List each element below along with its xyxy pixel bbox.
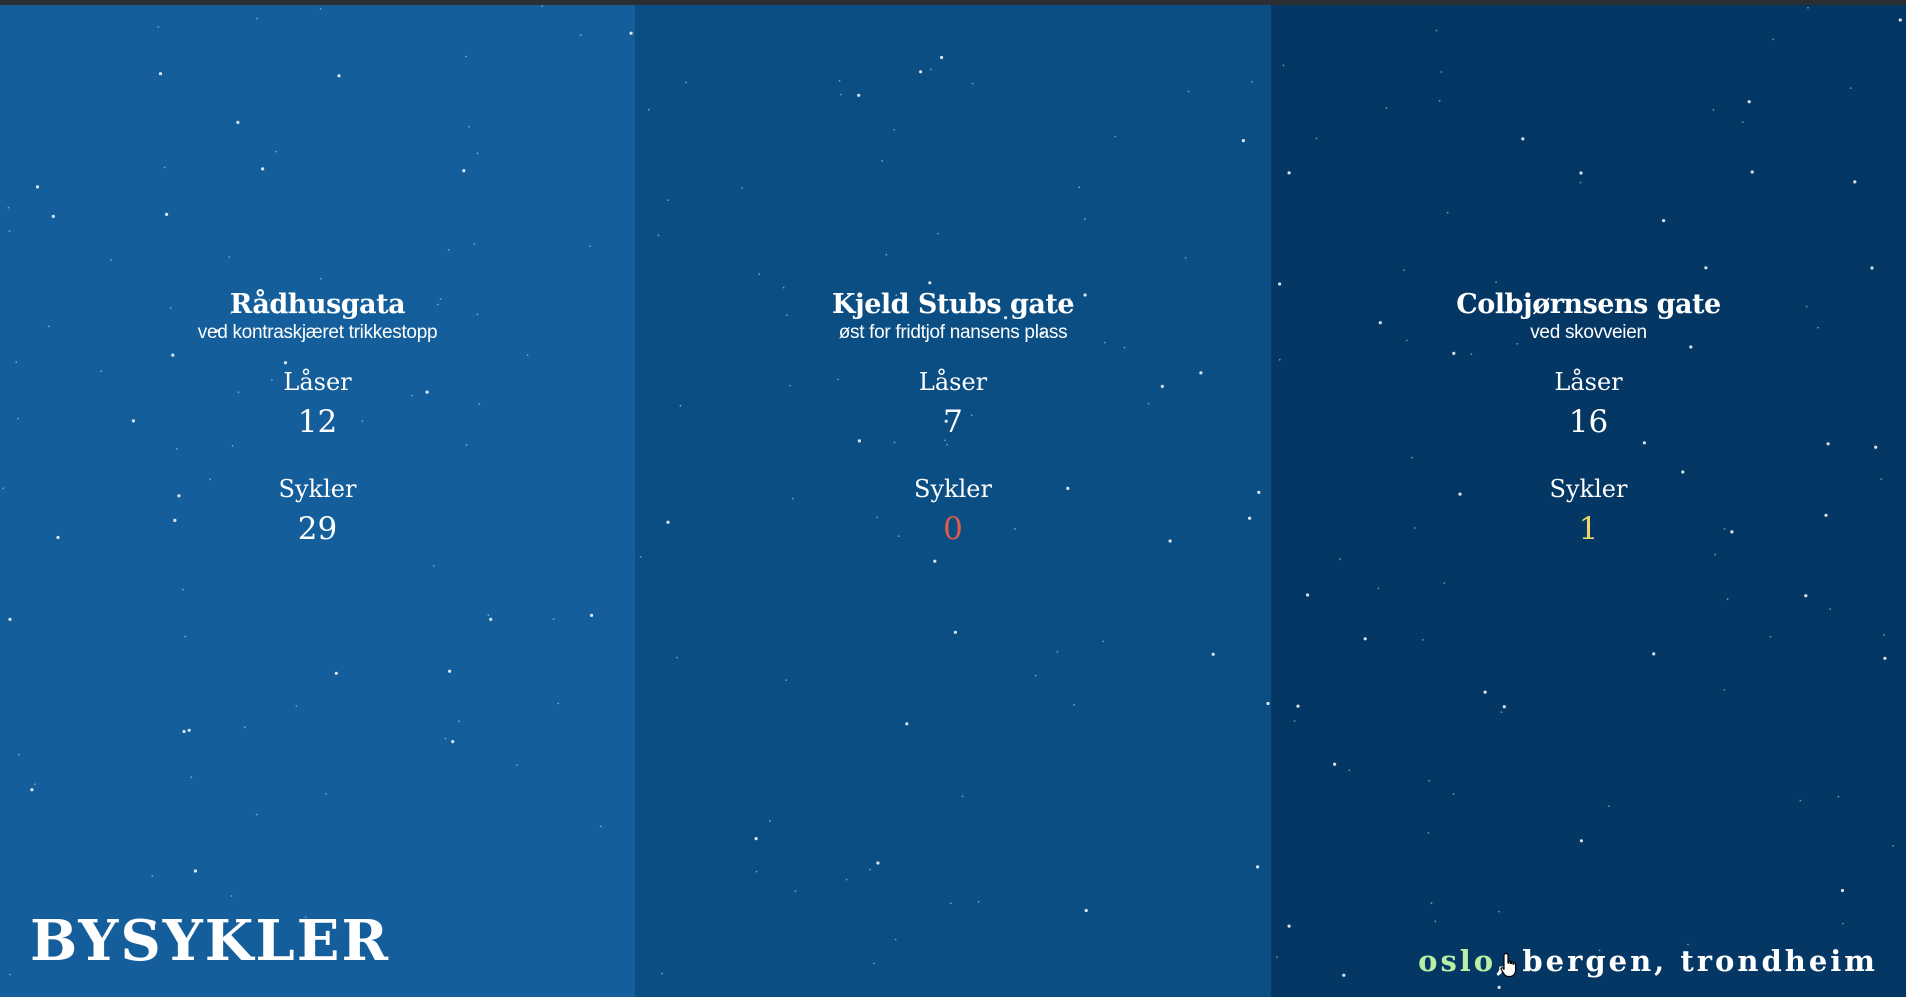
locks-label: Låser [918, 368, 988, 396]
station-panels: Rådhusgata ved kontraskjæret trikkestopp… [0, 5, 1906, 997]
city-link-oslo[interactable]: oslo [1418, 944, 1496, 978]
bikes-label: Sykler [914, 475, 992, 503]
station-info: Colbjørnsens gate ved skovveien Låser 16… [1271, 288, 1906, 548]
page: Rådhusgata ved kontraskjæret trikkestopp… [0, 0, 1906, 997]
bikes-count: 1 [1578, 511, 1599, 547]
station-panel-3[interactable]: Colbjørnsens gate ved skovveien Låser 16… [1271, 5, 1906, 997]
city-separator: , [1654, 944, 1681, 978]
locks-label: Låser [1554, 368, 1623, 396]
city-link-bergen[interactable]: bergen [1522, 944, 1654, 978]
bikes-label: Sykler [1549, 475, 1628, 503]
station-description: øst for fridtjof nansens plass [838, 322, 1068, 343]
locks-label: Låser [283, 368, 352, 396]
city-selector: oslo, bergen, trondheim [1418, 943, 1878, 979]
station-name: Rådhusgata [229, 289, 406, 320]
station-panel-2[interactable]: Kjeld Stubs gate øst for fridtjof nansen… [635, 5, 1271, 997]
locks-count: 7 [943, 404, 963, 440]
station-info: Rådhusgata ved kontraskjæret trikkestopp… [0, 288, 635, 548]
city-link-trondheim[interactable]: trondheim [1680, 944, 1878, 978]
station-info: Kjeld Stubs gate øst for fridtjof nansen… [635, 288, 1271, 548]
bikes-label: Sykler [278, 475, 357, 503]
station-name: Kjeld Stubs gate [831, 289, 1075, 320]
station-name: Colbjørnsens gate [1456, 289, 1721, 320]
station-panel-1[interactable]: Rådhusgata ved kontraskjæret trikkestopp… [0, 5, 635, 997]
bikes-count: 29 [297, 511, 338, 547]
locks-count: 16 [1568, 404, 1609, 440]
station-description: ved skovveien [1530, 322, 1647, 343]
station-description: ved kontraskjæret trikkestopp [197, 322, 438, 343]
window-top-border [0, 0, 1906, 5]
bikes-count: 0 [943, 511, 963, 547]
hand-pointer-icon [1500, 952, 1517, 978]
locks-count: 12 [297, 404, 338, 440]
app-logo: BYSYKLER [30, 908, 391, 974]
